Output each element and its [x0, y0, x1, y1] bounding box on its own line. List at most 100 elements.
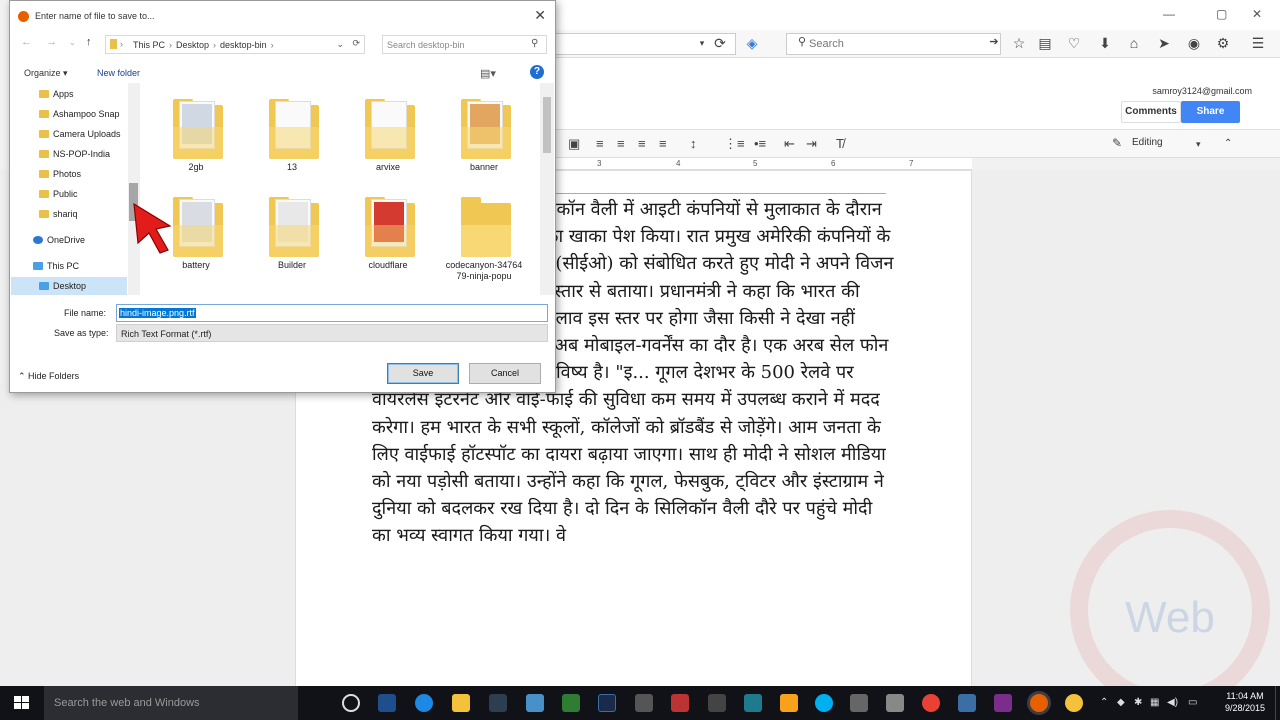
show-hidden-icons[interactable]: ⌃: [1100, 697, 1108, 708]
app-icon[interactable]: [886, 694, 904, 712]
download-icon[interactable]: ⬇: [1097, 35, 1113, 52]
folder-item-banner[interactable]: banner: [438, 89, 530, 185]
align-left-icon[interactable]: ≡: [596, 136, 604, 151]
breadcrumb-desktop[interactable]: Desktop: [176, 40, 209, 50]
up-arrow-icon[interactable]: ↑: [86, 36, 92, 48]
onenote-icon[interactable]: [994, 694, 1012, 712]
address-bar[interactable]: › This PC › Desktop › desktop-bin › ⌄ ⟳: [105, 35, 365, 54]
nav-item-ashampoo[interactable]: Ashampoo Snap: [11, 105, 127, 124]
app-icon[interactable]: [378, 694, 396, 712]
app-icon[interactable]: [635, 694, 653, 712]
file-list-scrollbar[interactable]: [540, 83, 554, 295]
ruler[interactable]: 3 4 5 6 7: [556, 158, 972, 170]
folder-item-2gb[interactable]: 2gb: [150, 89, 242, 185]
increase-indent-icon[interactable]: ⇥: [806, 136, 817, 152]
folder-item-arvixe[interactable]: arvixe: [342, 89, 434, 185]
nav-item-onedrive[interactable]: OneDrive: [11, 231, 127, 250]
app-icon[interactable]: [708, 694, 726, 712]
bookmark-star-icon[interactable]: ☆: [1011, 35, 1027, 52]
back-arrow-icon[interactable]: ←: [21, 36, 32, 48]
chrome-icon[interactable]: [922, 694, 940, 712]
pocket-save-icon[interactable]: ♡: [1066, 35, 1082, 52]
nav-item-camera-uploads[interactable]: Camera Uploads: [11, 125, 127, 144]
save-type-select[interactable]: Rich Text Format (*.rtf): [116, 324, 548, 342]
nav-item-public[interactable]: Public: [11, 185, 127, 204]
nav-item-shariq[interactable]: shariq: [11, 205, 127, 224]
store-icon[interactable]: [489, 694, 507, 712]
firefox-icon[interactable]: [1030, 694, 1048, 712]
home-icon[interactable]: ⌂: [1126, 35, 1142, 51]
taskbar-search-box[interactable]: Search the web and Windows: [44, 686, 298, 720]
close-window-button[interactable]: ✕: [1252, 7, 1262, 21]
forward-arrow-icon[interactable]: →: [46, 36, 57, 48]
nav-item-photos[interactable]: Photos: [11, 165, 127, 184]
nav-item-desktop[interactable]: Desktop: [11, 277, 127, 295]
close-icon[interactable]: ✕: [534, 7, 546, 24]
app-icon[interactable]: [526, 694, 544, 712]
hide-folders-toggle[interactable]: ⌃ Hide Folders: [18, 371, 79, 382]
folder-item-codecanyon[interactable]: codecanyon-3476479-ninja-popu: [438, 187, 530, 283]
app-icon[interactable]: [850, 694, 868, 712]
numbered-list-icon[interactable]: ⋮≡: [724, 136, 745, 152]
chat-icon[interactable]: ◉: [1186, 35, 1202, 52]
editing-mode-dropdown[interactable]: Editing: [1132, 137, 1163, 148]
clear-formatting-icon[interactable]: T̸: [836, 136, 844, 151]
send-icon[interactable]: ➤: [1156, 35, 1172, 52]
bluetooth-icon[interactable]: ✱: [1134, 697, 1142, 708]
skype-icon[interactable]: [815, 694, 833, 712]
settings-icon[interactable]: ⚙: [1215, 35, 1231, 52]
cancel-button[interactable]: Cancel: [469, 363, 541, 384]
nav-item-apps[interactable]: Apps: [11, 85, 127, 104]
comments-button[interactable]: Comments: [1121, 101, 1181, 123]
align-justify-icon[interactable]: ≡: [659, 136, 667, 151]
user-email[interactable]: samroy3124@gmail.com: [1152, 86, 1252, 96]
organize-menu[interactable]: Organize ▾: [24, 68, 68, 79]
menu-icon[interactable]: ☰: [1250, 35, 1266, 52]
keyboard-icon[interactable]: ▭: [1188, 697, 1197, 708]
edge-icon[interactable]: [415, 694, 433, 712]
scrollbar-thumb[interactable]: [543, 97, 551, 153]
go-arrow-icon[interactable]: ➔: [986, 35, 1002, 48]
maximize-button[interactable]: ▢: [1216, 7, 1227, 21]
photoshop-icon[interactable]: [598, 694, 616, 712]
show-desktop-button[interactable]: [1275, 686, 1280, 720]
dropdown-chevron-icon[interactable]: ⌄: [336, 39, 344, 50]
save-button[interactable]: Save: [387, 363, 459, 384]
view-options-icon[interactable]: ▤▾: [480, 67, 496, 80]
pocket-icon[interactable]: ◈: [744, 35, 760, 52]
refresh-icon[interactable]: ⟳: [352, 38, 360, 49]
windows-start-icon[interactable]: [14, 696, 30, 710]
align-right-icon[interactable]: ≡: [638, 136, 646, 151]
collapse-icon[interactable]: ⌃: [1224, 138, 1232, 149]
app-icon[interactable]: [958, 694, 976, 712]
network-icon[interactable]: ▦: [1150, 697, 1159, 708]
insert-comment-icon[interactable]: ▣: [568, 136, 580, 152]
recent-chevron-icon[interactable]: ⌄: [69, 38, 76, 47]
nav-pane-scrollbar[interactable]: [128, 83, 140, 295]
browser-search-input[interactable]: Search: [786, 33, 1001, 55]
dropbox-icon[interactable]: ◆: [1117, 697, 1125, 708]
nav-item-ns-pop-india[interactable]: NS-POP-India: [11, 145, 127, 164]
clipboard-icon[interactable]: ▤: [1037, 35, 1053, 52]
task-view-icon[interactable]: [342, 694, 360, 712]
file-name-input[interactable]: hindi-image.png.rtf: [116, 304, 548, 322]
reload-icon[interactable]: ⟳: [712, 35, 728, 52]
excel-icon[interactable]: [562, 694, 580, 712]
folder-item-13[interactable]: 13: [246, 89, 338, 185]
breadcrumb-desktop-bin[interactable]: desktop-bin: [220, 40, 267, 50]
align-center-icon[interactable]: ≡: [617, 136, 625, 151]
folder-item-cloudflare[interactable]: cloudflare: [342, 187, 434, 283]
file-explorer-icon[interactable]: [452, 694, 470, 712]
share-button[interactable]: Share: [1181, 101, 1240, 123]
app-icon[interactable]: [780, 694, 798, 712]
line-spacing-icon[interactable]: ↕: [690, 136, 697, 151]
app-icon[interactable]: [671, 694, 689, 712]
emoji-icon[interactable]: [1065, 694, 1083, 712]
volume-icon[interactable]: ◀): [1167, 697, 1178, 708]
nav-item-this-pc[interactable]: This PC: [11, 257, 127, 276]
bullet-list-icon[interactable]: •≡: [754, 136, 766, 151]
dialog-search-input[interactable]: Search desktop-bin: [382, 35, 547, 54]
decrease-indent-icon[interactable]: ⇤: [784, 136, 795, 152]
new-folder-button[interactable]: New folder: [97, 68, 140, 78]
app-icon[interactable]: [744, 694, 762, 712]
